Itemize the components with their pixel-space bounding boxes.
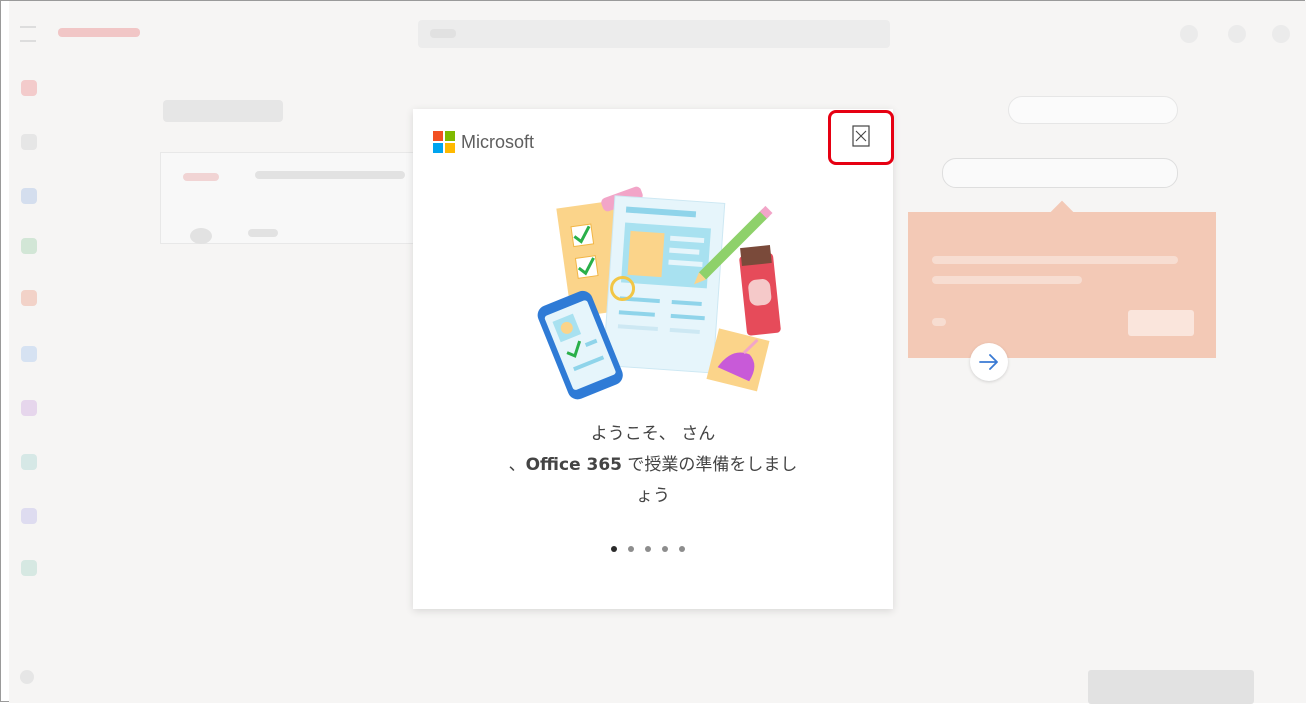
help-icon[interactable]	[1228, 25, 1246, 43]
callout-line-blurred	[932, 318, 946, 326]
search-bar-blurred[interactable]	[418, 20, 890, 48]
card-line-blurred	[248, 229, 278, 237]
rail-item-outlook-icon[interactable]	[21, 188, 37, 204]
welcome-line-2: 、Office 365 で授業の準備をしまし	[508, 455, 798, 475]
welcome-line-3: ょう	[636, 486, 670, 506]
bottom-action-button-blurred[interactable]	[1088, 670, 1254, 704]
carousel-dot-1[interactable]	[611, 546, 617, 552]
office-365-text: Office 365	[525, 455, 622, 475]
search-placeholder-blurred	[430, 29, 456, 38]
page-heading-blurred	[163, 100, 283, 122]
rail-item-sway-icon[interactable]	[21, 560, 37, 576]
avatar[interactable]	[1272, 25, 1290, 43]
rail-item-onenote-icon[interactable]	[21, 400, 37, 416]
welcome-line-1: ようこそ、 さん	[590, 424, 716, 444]
card-line-blurred	[183, 173, 219, 181]
microsoft-logo: Microsoft	[433, 131, 534, 153]
tip-callout-blurred	[908, 212, 1216, 358]
rail-item-home-icon[interactable]	[21, 80, 37, 96]
app-brand-blurred	[58, 28, 140, 37]
close-button-highlight	[828, 110, 894, 165]
blurred-pill-button[interactable]	[942, 158, 1178, 188]
carousel-dot-4[interactable]	[662, 546, 668, 552]
next-arrow-button[interactable]	[970, 343, 1008, 381]
rail-item-teams-icon[interactable]	[21, 508, 37, 524]
rail-item-create-icon[interactable]	[21, 134, 37, 150]
microsoft-logo-text: Microsoft	[461, 131, 535, 152]
arrow-right-icon	[979, 354, 998, 370]
settings-icon[interactable]	[1180, 25, 1198, 43]
welcome-message: ようこそ、 さん 、Office 365 で授業の準備をしまし ょう	[413, 419, 893, 512]
callout-line-blurred	[932, 256, 1178, 264]
rail-item-excel-icon[interactable]	[21, 238, 37, 254]
carousel-dot-5[interactable]	[679, 546, 685, 552]
carousel-dot-2[interactable]	[628, 546, 634, 552]
rail-item-word-icon[interactable]	[21, 346, 37, 362]
carousel-pagination	[611, 546, 685, 552]
carousel-dot-3[interactable]	[645, 546, 651, 552]
rail-item-powerpoint-icon[interactable]	[21, 290, 37, 306]
rail-item-sharepoint-icon[interactable]	[21, 454, 37, 470]
card-icon-blurred	[190, 228, 212, 244]
card-line-blurred	[255, 171, 405, 179]
bottom-rail-icon[interactable]	[20, 670, 34, 684]
callout-button-blurred[interactable]	[1128, 310, 1194, 336]
app-launcher-icon[interactable]	[20, 26, 36, 42]
microsoft-logo-icon	[433, 131, 455, 153]
blurred-pill-button[interactable]	[1008, 96, 1178, 124]
welcome-dialog: Microsoft ようこそ、 さん 、Office 365 で授業の準備をしま…	[413, 109, 893, 609]
callout-line-blurred	[932, 276, 1082, 284]
welcome-illustration	[537, 186, 781, 400]
